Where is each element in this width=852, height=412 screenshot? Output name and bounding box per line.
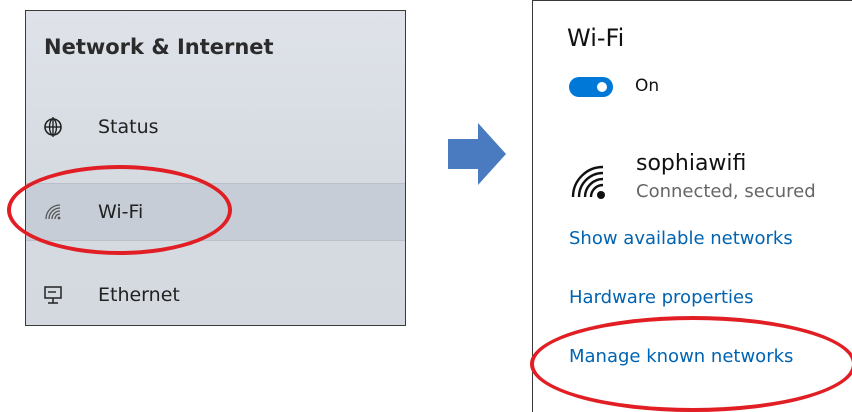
network-status: Connected, secured bbox=[636, 181, 816, 202]
nav-item-wifi[interactable]: Wi-Fi bbox=[26, 183, 405, 241]
wifi-signal-icon[interactable] bbox=[569, 163, 609, 201]
toggle-state-label: On bbox=[635, 76, 660, 96]
network-name[interactable]: sophiawifi bbox=[636, 151, 746, 176]
wifi-settings-panel: Wi-Fi On sophiawifi Connected, secured S… bbox=[532, 0, 852, 412]
nav-panel-title: Network & Internet bbox=[44, 35, 274, 59]
right-arrow-icon bbox=[448, 123, 506, 185]
globe-icon bbox=[44, 117, 62, 137]
nav-item-status[interactable]: Status bbox=[26, 99, 405, 155]
nav-item-label: Ethernet bbox=[98, 284, 180, 306]
settings-nav-panel: Network & Internet Status Wi-Fi Ethernet bbox=[25, 10, 406, 326]
hardware-properties-link[interactable]: Hardware properties bbox=[569, 287, 753, 308]
nav-item-label: Status bbox=[98, 116, 159, 138]
toggle-knob bbox=[597, 82, 607, 92]
manage-known-networks-link[interactable]: Manage known networks bbox=[569, 346, 793, 367]
wifi-icon bbox=[45, 204, 61, 220]
show-available-networks-link[interactable]: Show available networks bbox=[569, 228, 793, 249]
nav-item-ethernet[interactable]: Ethernet bbox=[26, 267, 405, 323]
ethernet-icon bbox=[44, 286, 62, 304]
nav-item-label: Wi-Fi bbox=[98, 201, 144, 223]
page-title: Wi-Fi bbox=[567, 24, 625, 52]
wifi-toggle[interactable] bbox=[569, 77, 613, 97]
